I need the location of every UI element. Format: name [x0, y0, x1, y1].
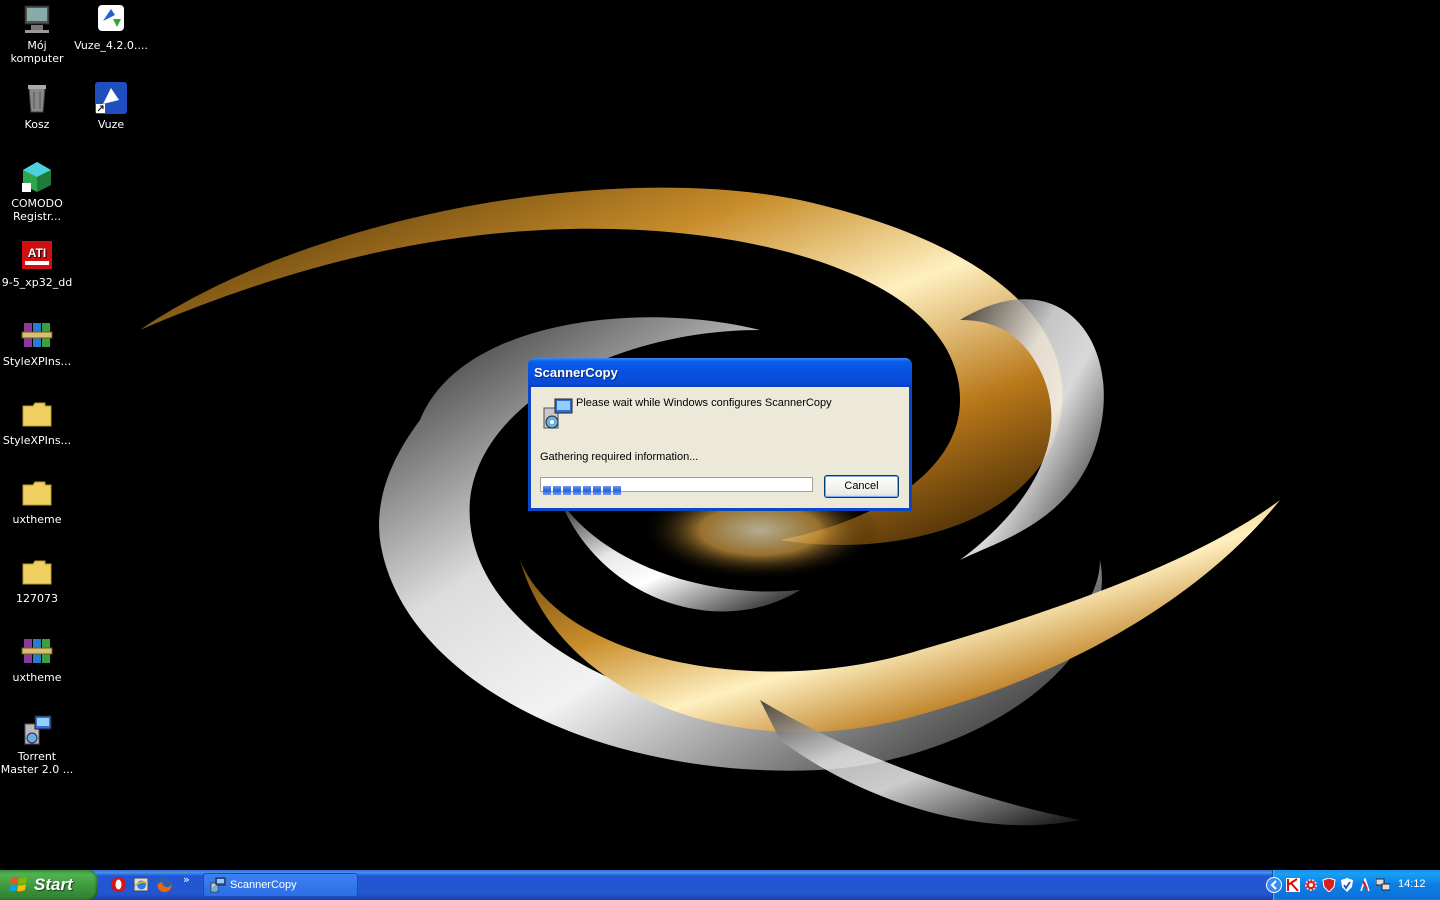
shield-icon[interactable]: [1358, 878, 1372, 892]
taskbar-item-scannercopy[interactable]: ScannerCopy: [203, 873, 358, 897]
desktop-icon-label: StyleXPIns...: [2, 355, 72, 368]
folder-icon: [21, 398, 53, 430]
desktop-icon-label: 127073: [16, 592, 58, 605]
winrar-archive-icon: [21, 319, 53, 351]
desktop-icon-label: StyleXPIns...: [2, 434, 72, 447]
desktop-icon-label: Torrent Master 2.0 ...: [0, 750, 74, 776]
progress-segment: [603, 486, 611, 495]
svg-text:ATI: ATI: [28, 246, 46, 260]
installer-icon: [210, 877, 226, 893]
shield-red-icon[interactable]: [1322, 878, 1336, 892]
progress-segment: [583, 486, 591, 495]
firefox-icon[interactable]: [156, 876, 173, 893]
desktop-icon-label: uxtheme: [12, 671, 62, 684]
progress-segment: [613, 486, 621, 495]
desktop-icon-my-computer[interactable]: Mój komputer: [0, 3, 74, 65]
installer-dialog: ScannerCopy Please wait while Windows co…: [528, 358, 912, 511]
desktop-icon-torrent-master[interactable]: Torrent Master 2.0 ...: [0, 714, 74, 776]
desktop-icon-comodo[interactable]: COMODO Registr...: [0, 161, 74, 223]
desktop-icon-uxtheme-archive[interactable]: uxtheme: [0, 635, 74, 684]
dialog-title: ScannerCopy: [534, 365, 618, 380]
dialog-status-text: Gathering required information...: [540, 451, 699, 463]
progress-segment: [563, 486, 571, 495]
desktop-icon-stylexp-folder[interactable]: StyleXPIns...: [0, 398, 74, 447]
installer-icon: [21, 714, 53, 746]
clock[interactable]: 14:12: [1398, 878, 1426, 890]
progress-bar: [540, 477, 813, 495]
winrar-archive-icon: [21, 635, 53, 667]
start-button[interactable]: Start: [0, 870, 98, 900]
desktop-icon-recycle-bin[interactable]: Kosz: [0, 82, 74, 131]
progress-fill: [543, 480, 623, 495]
recycle-bin-icon: [21, 82, 53, 114]
ati-icon: ATI: [21, 240, 53, 272]
chevron-left-icon[interactable]: [1266, 877, 1282, 893]
desktop-icon-label: uxtheme: [12, 513, 62, 526]
antivirus-icon[interactable]: [1340, 878, 1354, 892]
vuze-icon: [95, 82, 127, 114]
desktop-icon-vuze-installer[interactable]: Vuze_4.2.0....: [74, 3, 148, 52]
computer-icon: [21, 3, 53, 35]
folder-icon: [21, 477, 53, 509]
k-icon[interactable]: [1286, 878, 1300, 892]
quick-launch-more-icon[interactable]: »: [183, 873, 190, 886]
start-label: Start: [34, 875, 73, 894]
folder-icon: [21, 556, 53, 588]
windows-logo-icon: [10, 877, 27, 892]
progress-segment: [593, 486, 601, 495]
desktop-icon-vuze[interactable]: Vuze: [74, 82, 148, 131]
desktop-icon-uxtheme-folder[interactable]: uxtheme: [0, 477, 74, 526]
progress-segment: [553, 486, 561, 495]
desktop-icon-label: Vuze: [97, 118, 125, 131]
vuze-installer-icon: [95, 3, 127, 35]
progress-segment: [543, 486, 551, 495]
taskbar: Start » ScannerCopy 14:12: [0, 870, 1440, 900]
installer-icon: [541, 396, 575, 430]
desktop-icon-label: 9-5_xp32_dd: [1, 276, 73, 289]
internet-explorer-icon[interactable]: [133, 876, 150, 893]
desktop-icon-127073-folder[interactable]: 127073: [0, 556, 74, 605]
taskbar-item-label: ScannerCopy: [230, 879, 297, 891]
desktop-icon-label: Kosz: [24, 118, 50, 131]
dialog-message: Please wait while Windows configures Sca…: [576, 397, 832, 409]
progress-segment: [573, 486, 581, 495]
desktop-icon-stylexp-archive[interactable]: StyleXPIns...: [0, 319, 74, 368]
opera-icon[interactable]: [110, 876, 127, 893]
comodo-icon: [21, 161, 53, 193]
desktop-icon-label: Mój komputer: [10, 39, 64, 65]
cancel-button[interactable]: Cancel: [824, 475, 899, 498]
desktop-icon-ati[interactable]: ATI 9-5_xp32_dd: [0, 240, 74, 289]
network-icon[interactable]: [1376, 878, 1390, 892]
desktop-icon-label: COMODO Registr...: [11, 197, 63, 223]
dialog-titlebar[interactable]: ScannerCopy: [528, 358, 912, 387]
desktop-icon-label: Vuze_4.2.0....: [74, 39, 148, 52]
red-gear-icon[interactable]: [1304, 878, 1318, 892]
